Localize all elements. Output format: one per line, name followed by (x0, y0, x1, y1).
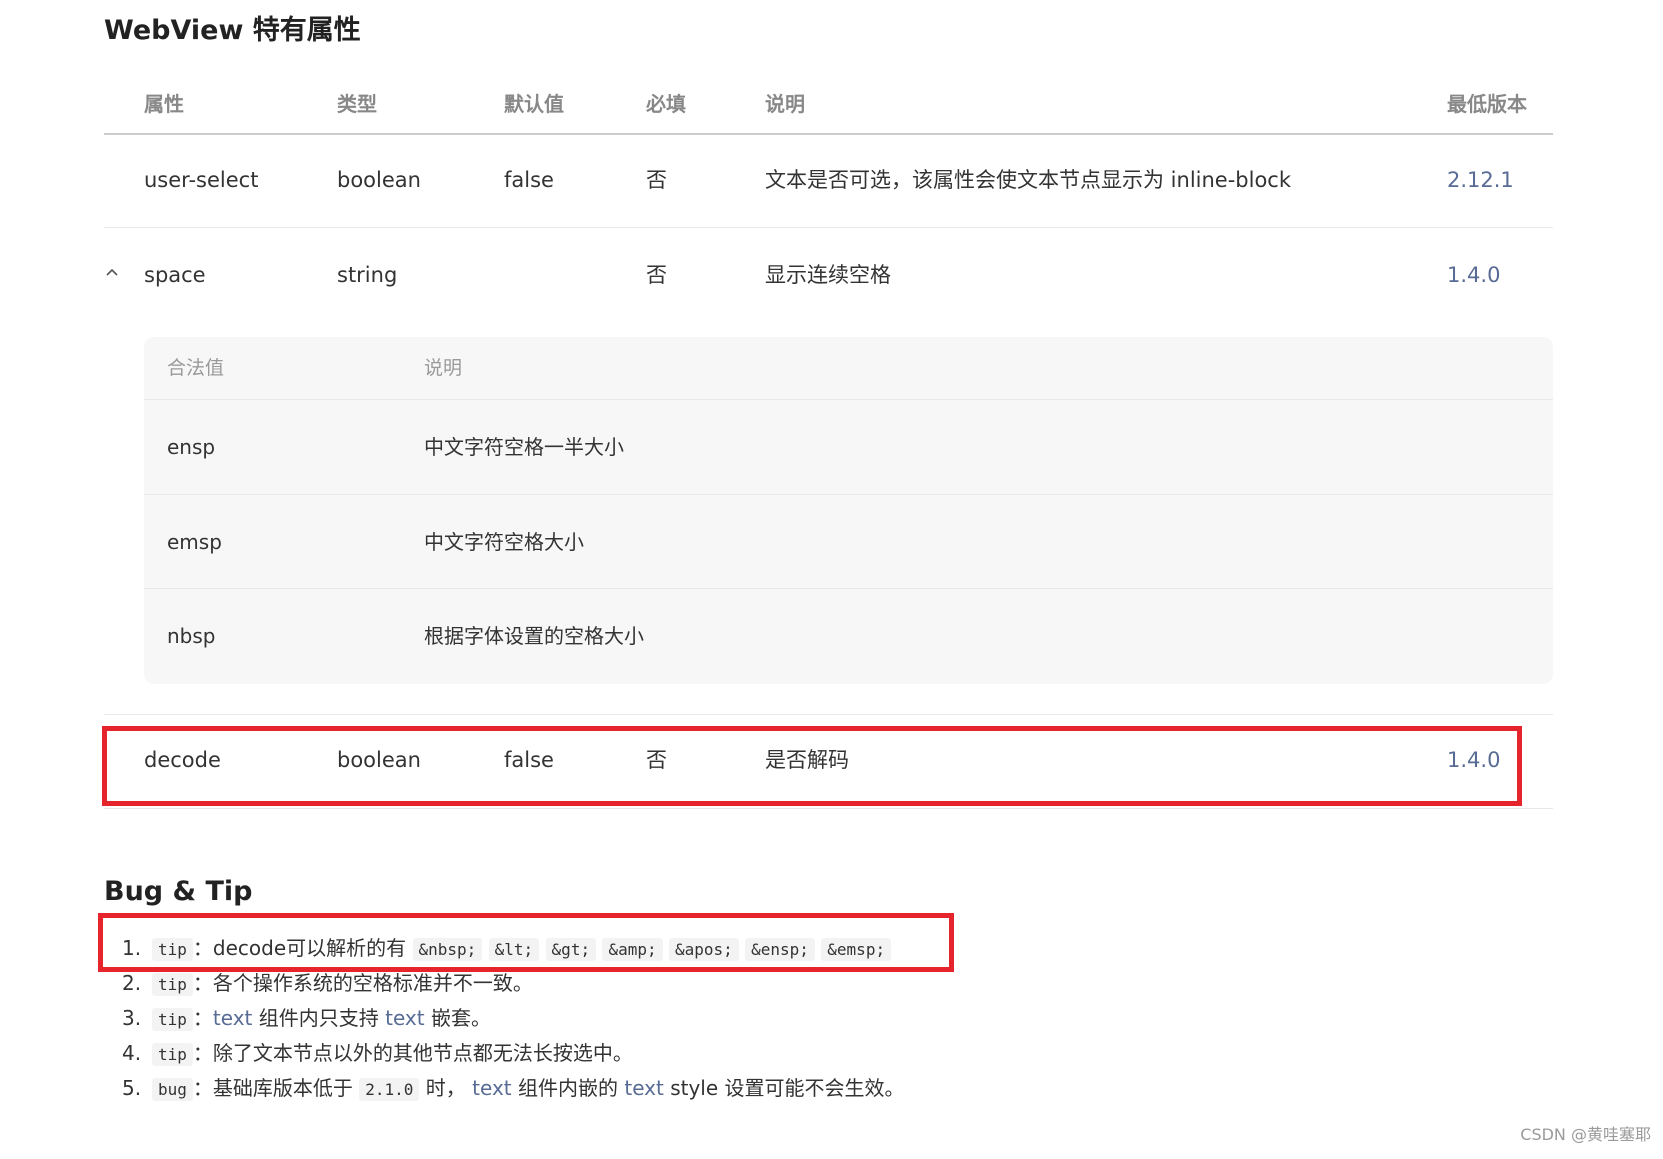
header-description: 说明 (765, 92, 805, 116)
item-text: 嵌套。 (424, 1006, 491, 1030)
header-attribute: 属性 (144, 92, 184, 116)
value-name: emsp (167, 530, 222, 554)
text-component-link[interactable]: text (624, 1076, 663, 1100)
header-divider (104, 133, 1553, 135)
subtable-divider (144, 494, 1553, 495)
item-number: 2. (122, 971, 142, 995)
text-component-link[interactable]: text (472, 1076, 511, 1100)
subheader-description: 说明 (424, 357, 463, 379)
version-code: 2.1.0 (359, 1078, 420, 1101)
tag-code: tip (152, 1008, 193, 1031)
value-description: 根据字体设置的空格大小 (424, 624, 644, 648)
item-text: style 设置可能不会生效。 (663, 1076, 905, 1100)
subheader-value: 合法值 (167, 357, 225, 379)
bug-tip-title: Bug & Tip (104, 876, 253, 907)
attr-description: 文本是否可选，该属性会使文本节点显示为 inline-block (765, 168, 1292, 192)
header-min-version: 最低版本 (1447, 92, 1527, 116)
value-description: 中文字符空格一半大小 (424, 435, 624, 459)
value-name: nbsp (167, 624, 216, 648)
list-item: 3. tip ：text 组件内只支持 text 嵌套。 (122, 1003, 491, 1035)
item-text: 各个操作系统的空格标准并不一致。 (212, 971, 533, 995)
list-item: 2. tip ：各个操作系统的空格标准并不一致。 (122, 968, 533, 1000)
tag-code: tip (152, 1043, 193, 1066)
value-description: 中文字符空格大小 (424, 530, 584, 554)
attr-name: space (144, 263, 206, 287)
item-text: 组件内嵌的 (511, 1076, 625, 1100)
value-name: ensp (167, 435, 216, 459)
row-divider (104, 808, 1553, 809)
header-type: 类型 (337, 92, 377, 116)
text-component-link[interactable]: text (213, 1006, 252, 1030)
item-text: 除了文本节点以外的其他节点都无法长按选中。 (212, 1041, 633, 1065)
header-required: 必填 (646, 92, 686, 116)
tag-code: tip (152, 973, 193, 996)
separator: ： (192, 1076, 213, 1100)
text-component-link[interactable]: text (385, 1006, 424, 1030)
separator: ： (192, 1006, 213, 1030)
separator: ： (192, 971, 213, 995)
attr-name: user-select (144, 168, 259, 192)
tag-code: bug (152, 1078, 193, 1101)
item-number: 3. (122, 1006, 142, 1030)
attr-required: 否 (646, 263, 667, 287)
list-item: 5. bug ：基础库版本低于 2.1.0 时， text 组件内嵌的 text s… (122, 1073, 905, 1105)
highlight-box (102, 726, 1522, 806)
item-text: 组件内只支持 (252, 1006, 386, 1030)
separator: ： (192, 1041, 213, 1065)
item-text: 时， (419, 1076, 473, 1100)
section-title: WebView 特有属性 (104, 15, 361, 46)
subtable-divider (144, 588, 1553, 589)
row-divider (104, 714, 1553, 715)
row-divider (104, 227, 1553, 228)
subtable-divider (144, 399, 1553, 400)
item-number: 5. (122, 1076, 142, 1100)
attr-default: false (504, 168, 554, 192)
attr-version: 1.4.0 (1447, 263, 1501, 287)
chevron-up-icon[interactable] (106, 268, 118, 276)
space-values-table: 合法值 说明 ensp 中文字符空格一半大小 emsp 中文字符空格大小 nbs… (144, 337, 1553, 684)
highlight-box (98, 913, 954, 972)
list-item: 4. tip ：除了文本节点以外的其他节点都无法长按选中。 (122, 1038, 633, 1070)
item-number: 4. (122, 1041, 142, 1065)
attr-required: 否 (646, 168, 667, 192)
item-text: 基础库版本低于 (212, 1076, 360, 1100)
attr-version: 2.12.1 (1447, 168, 1514, 192)
header-default: 默认值 (504, 92, 564, 116)
attr-type: boolean (337, 168, 421, 192)
attr-type: string (337, 263, 398, 287)
attr-description: 显示连续空格 (765, 263, 891, 287)
watermark: CSDN @黄哇塞耶 (1520, 1125, 1651, 1144)
